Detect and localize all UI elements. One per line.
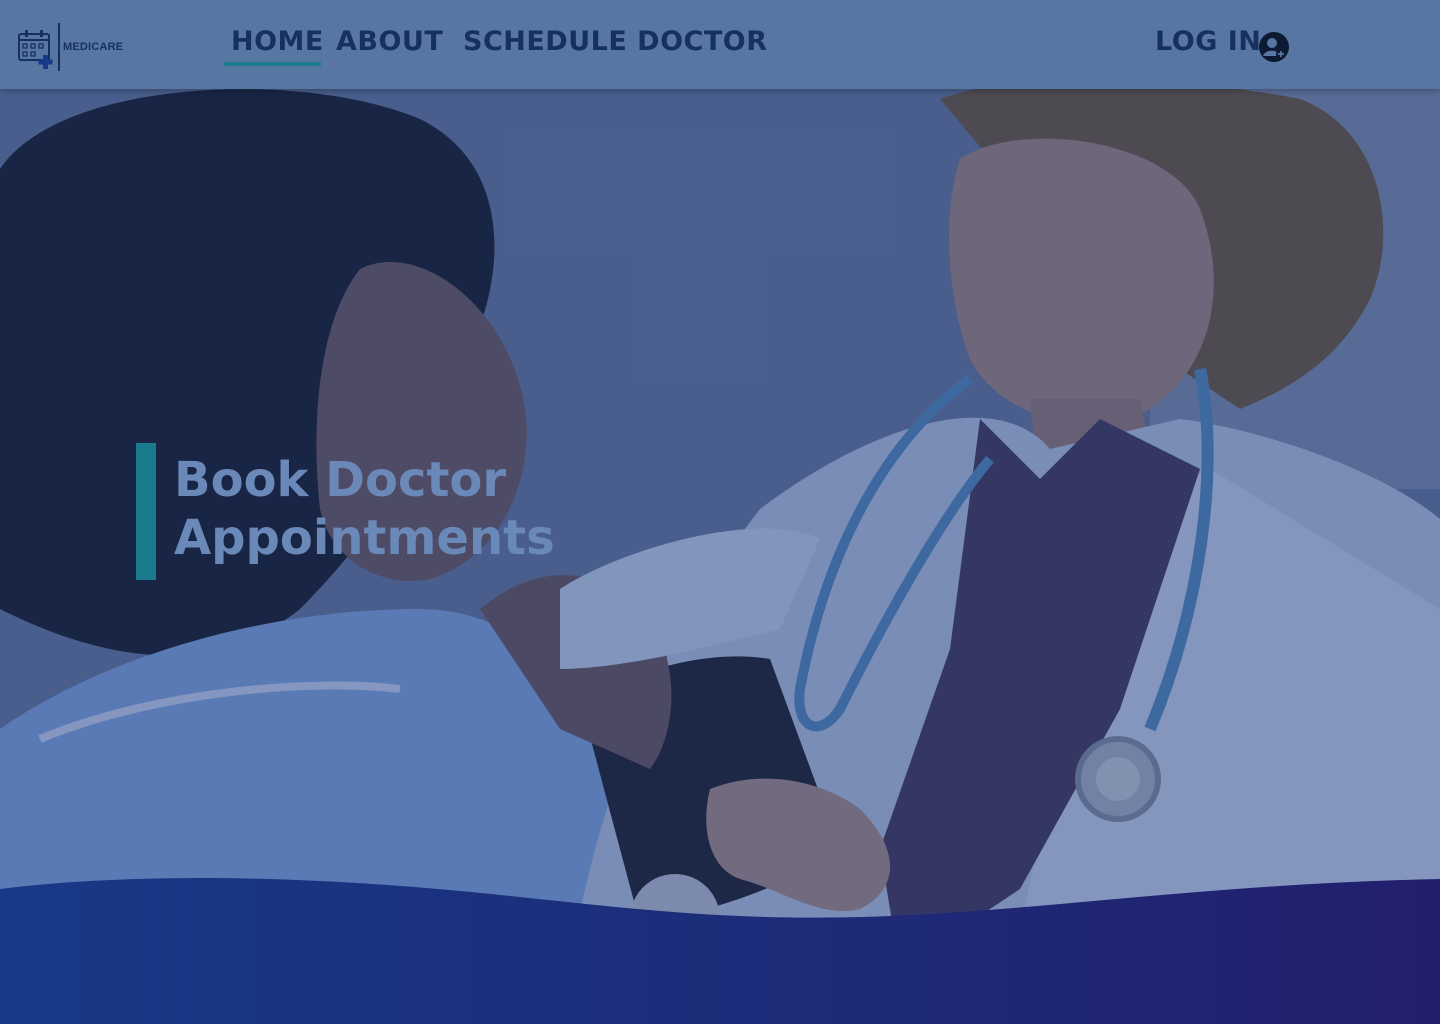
hero-title: Book Doctor Appointments bbox=[174, 451, 594, 567]
nav-about-link[interactable]: ABOUT bbox=[336, 26, 443, 57]
brand-name: MEDICARE bbox=[63, 41, 124, 53]
logo-divider bbox=[58, 23, 60, 71]
active-nav-underline bbox=[224, 62, 321, 66]
login-link[interactable]: LOG IN bbox=[1155, 26, 1261, 57]
nav-home-link[interactable]: HOME bbox=[231, 26, 324, 57]
brand-logo[interactable]: MEDICARE bbox=[18, 22, 123, 72]
user-avatar-icon[interactable] bbox=[1259, 32, 1289, 62]
hero-section: Book Doctor Appointments bbox=[0, 89, 1440, 1024]
hero-bottom-wave bbox=[0, 878, 1440, 1024]
nav-schedule-doctor-link[interactable]: SCHEDULE DOCTOR bbox=[463, 26, 768, 57]
top-nav-bar: MEDICARE HOME ABOUT SCHEDULE DOCTOR LOG … bbox=[0, 0, 1440, 89]
hero-title-line-1: Book Doctor bbox=[174, 452, 507, 508]
calendar-medical-icon bbox=[18, 26, 56, 69]
hero-title-accent-bar bbox=[136, 443, 156, 580]
hero-title-line-2: Appointments bbox=[174, 510, 555, 566]
